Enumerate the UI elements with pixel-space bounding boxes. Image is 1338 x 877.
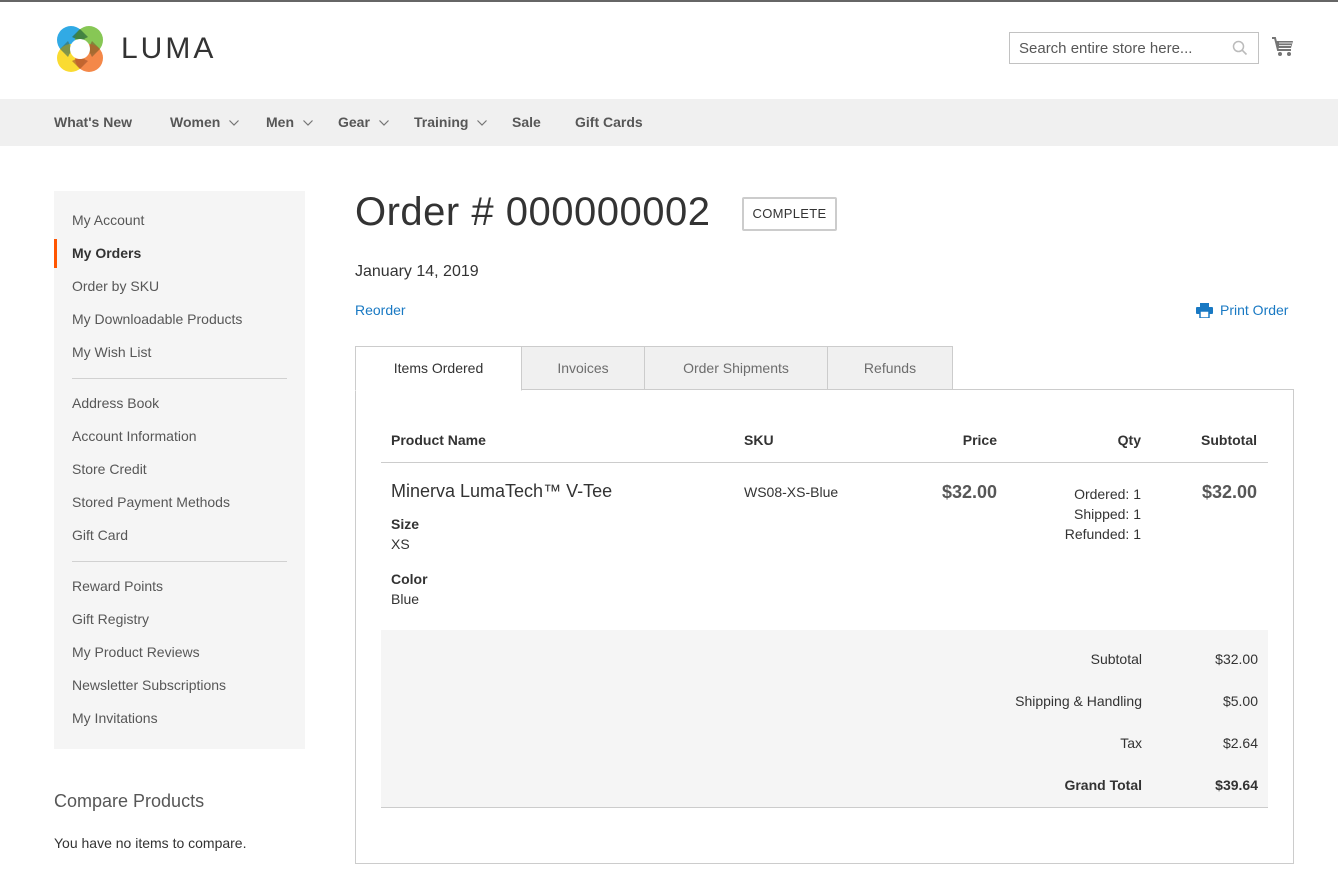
option-value-size: XS: [391, 536, 410, 552]
totals-grand-total-label: Grand Total: [1064, 777, 1142, 793]
sidebar-divider: [72, 378, 287, 379]
chevron-down-icon: [477, 119, 488, 126]
product-name: Minerva LumaTech™ V-Tee: [391, 481, 613, 501]
totals-grand-total-value: $39.64: [1215, 777, 1258, 793]
nav-label: Training: [414, 114, 469, 130]
tab-refunds[interactable]: Refunds: [827, 346, 953, 390]
totals-tax-label: Tax: [1120, 735, 1142, 751]
nav-label: What's New: [54, 114, 133, 130]
column-header-product-name: Product Name: [391, 432, 486, 448]
print-order-link[interactable]: Print Order: [1196, 302, 1288, 318]
product-sku: WS08-XS-Blue: [744, 484, 839, 500]
sidebar-item-product-reviews[interactable]: My Product Reviews: [72, 644, 200, 660]
reorder-link[interactable]: Reorder: [355, 302, 406, 318]
search-icon[interactable]: [1232, 40, 1248, 56]
printer-icon: [1196, 302, 1213, 318]
nav-item-women[interactable]: Women: [170, 99, 240, 146]
tab-invoices[interactable]: Invoices: [521, 346, 645, 390]
tab-items-ordered[interactable]: Items Ordered: [355, 346, 522, 391]
sidebar-item-my-orders[interactable]: My Orders: [72, 245, 141, 261]
sidebar-item-wish-list[interactable]: My Wish List: [72, 344, 151, 360]
nav-item-sale[interactable]: Sale: [512, 99, 541, 146]
option-value-color: Blue: [391, 591, 420, 607]
sidebar-item-stored-payment-methods[interactable]: Stored Payment Methods: [72, 494, 230, 510]
table-header-divider: [381, 462, 1268, 463]
print-order-label: Print Order: [1220, 302, 1289, 318]
nav-label: Women: [170, 114, 221, 130]
qty-refunded: Refunded: 1: [1064, 526, 1141, 542]
column-header-sku: SKU: [744, 432, 774, 448]
nav-item-training[interactable]: Training: [414, 99, 488, 146]
nav-item-whats-new[interactable]: What's New: [54, 99, 132, 146]
main-navigation: What's New Women Men Gear Training Sale …: [0, 99, 1338, 146]
sidebar-item-reward-points[interactable]: Reward Points: [72, 578, 163, 594]
active-indicator: [54, 239, 57, 268]
totals-shipping-value: $5.00: [1222, 693, 1258, 709]
top-border: [0, 0, 1338, 2]
nav-label: Gift Cards: [575, 114, 643, 130]
column-header-qty: Qty: [1117, 432, 1141, 448]
column-header-subtotal: Subtotal: [1201, 432, 1257, 448]
cart-icon[interactable]: [1271, 36, 1295, 58]
nav-item-men[interactable]: Men: [266, 99, 313, 146]
column-header-price: Price: [962, 432, 997, 448]
luma-logo-icon: [57, 26, 103, 72]
compare-empty-message: You have no items to compare.: [54, 835, 247, 851]
product-price: $32.00: [941, 482, 997, 502]
order-totals: Subtotal $32.00 Shipping & Handling $5.0…: [381, 630, 1268, 808]
sidebar-item-account-information[interactable]: Account Information: [72, 428, 197, 444]
option-label-size: Size: [391, 516, 420, 532]
qty-ordered: Ordered: 1: [1074, 486, 1141, 502]
order-status-badge: COMPLETE: [742, 197, 837, 231]
chevron-down-icon: [303, 119, 313, 126]
store-logo[interactable]: LUMA: [54, 23, 216, 75]
sidebar-item-gift-registry[interactable]: Gift Registry: [72, 611, 149, 627]
sidebar-divider: [72, 561, 287, 562]
account-sidebar: My Account My Orders Order by SKU My Dow…: [54, 191, 305, 749]
sidebar-item-store-credit[interactable]: Store Credit: [72, 461, 147, 477]
option-label-color: Color: [391, 571, 428, 587]
nav-item-gear[interactable]: Gear: [338, 99, 389, 146]
sidebar-item-address-book[interactable]: Address Book: [72, 395, 159, 411]
chevron-down-icon: [378, 119, 389, 126]
totals-shipping-label: Shipping & Handling: [1015, 693, 1142, 709]
sidebar-item-downloadable-products[interactable]: My Downloadable Products: [72, 311, 242, 327]
sidebar-item-order-by-sku[interactable]: Order by SKU: [72, 278, 159, 294]
tab-order-shipments[interactable]: Order Shipments: [644, 346, 828, 390]
chevron-down-icon: [229, 119, 240, 126]
totals-tax-value: $2.64: [1222, 735, 1258, 751]
nav-item-gift-cards[interactable]: Gift Cards: [575, 99, 643, 146]
totals-subtotal-label: Subtotal: [1090, 651, 1142, 667]
sidebar-item-my-account[interactable]: My Account: [72, 212, 144, 228]
order-date: January 14, 2019: [355, 263, 479, 280]
compare-products-title: Compare Products: [54, 791, 205, 811]
nav-label: Men: [266, 114, 294, 130]
nav-label: Gear: [338, 114, 370, 130]
totals-subtotal-value: $32.00: [1215, 651, 1258, 667]
sidebar-item-gift-card[interactable]: Gift Card: [72, 527, 128, 543]
sidebar-item-my-invitations[interactable]: My Invitations: [72, 710, 158, 726]
brand-name: LUMA: [121, 32, 217, 65]
search-input[interactable]: [1010, 33, 1220, 63]
page-title: Order # 000000002: [355, 190, 711, 234]
search-box: [1009, 32, 1259, 64]
product-subtotal: $32.00: [1201, 482, 1257, 502]
sidebar-item-newsletter-subscriptions[interactable]: Newsletter Subscriptions: [72, 677, 226, 693]
qty-shipped: Shipped: 1: [1074, 506, 1141, 522]
product-qty: Ordered: 1 Shipped: 1 Refunded: 1: [1065, 484, 1141, 544]
nav-label: Sale: [512, 114, 541, 130]
